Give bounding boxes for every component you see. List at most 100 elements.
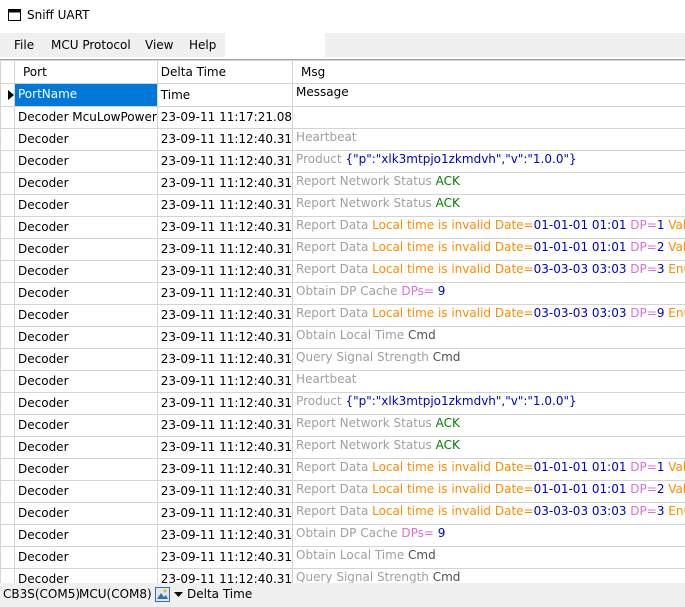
cell-port[interactable]: Decoder <box>14 128 158 151</box>
table-row[interactable]: Decoder 23-09-11 11:12:40.31 Report Data L… <box>0 216 685 239</box>
cell-port[interactable]: Decoder <box>14 304 158 327</box>
cell-msg[interactable]: Obtain Local Time Cmd <box>292 546 685 569</box>
cell-time[interactable]: 23-09-11 11:12:40.31 <box>156 150 294 173</box>
table-row[interactable]: Decoder 23-09-11 11:12:40.31 Report Data L… <box>0 480 685 503</box>
cell-port[interactable]: Decoder <box>14 216 158 239</box>
cell-port[interactable]: Decoder <box>14 414 158 437</box>
cell-msg[interactable]: Report Data Local time is invalid Date=0… <box>292 502 685 525</box>
row-header[interactable] <box>0 546 15 569</box>
cell-port[interactable]: Decoder <box>14 502 158 525</box>
cell-time[interactable]: 23-09-11 11:12:40.31 <box>156 304 294 327</box>
cell-port[interactable]: Decoder <box>14 348 158 371</box>
row-header[interactable] <box>0 326 15 349</box>
cell-msg[interactable]: Message <box>292 83 685 107</box>
cell-msg[interactable]: Report Data Local time is invalid Date=0… <box>292 304 685 327</box>
cell-time[interactable]: 23-09-11 11:12:40.31 <box>156 546 294 569</box>
cell-port[interactable]: Decoder <box>14 392 158 415</box>
cell-time[interactable]: 23-09-11 11:12:40.31 <box>156 480 294 503</box>
row-header[interactable] <box>0 392 15 415</box>
table-row[interactable]: Decoder 23-09-11 11:12:40.31 Report Data L… <box>0 304 685 327</box>
row-header[interactable] <box>0 172 15 195</box>
row-header[interactable] <box>0 436 15 459</box>
sniff-data-grid[interactable]: Port Delta Time Msg PortName Time Messag… <box>0 59 685 584</box>
cell-time[interactable]: 23-09-11 11:12:40.31 <box>156 194 294 217</box>
cell-msg[interactable] <box>292 106 685 129</box>
table-row[interactable]: Decoder McuLowPower 23-09-11 11:17:21.08 <box>0 106 685 129</box>
cell-port[interactable]: Decoder <box>14 458 158 481</box>
row-header[interactable] <box>0 568 15 584</box>
cell-port[interactable]: Decoder <box>14 282 158 305</box>
cell-port[interactable]: Decoder McuLowPower <box>14 106 158 129</box>
cell-time[interactable]: 23-09-11 11:12:40.31 <box>156 458 294 481</box>
cell-time[interactable]: Time <box>156 83 294 107</box>
row-header[interactable] <box>0 524 15 547</box>
cell-time[interactable]: 23-09-11 11:12:40.31 <box>156 260 294 283</box>
row-header[interactable] <box>0 282 15 305</box>
table-row[interactable]: Decoder 23-09-11 11:12:40.31 Heartbeat <box>0 128 685 151</box>
cell-msg[interactable]: Report Data Local time is invalid Date=0… <box>292 480 685 503</box>
cell-msg[interactable]: Query Signal Strength Cmd <box>292 348 685 371</box>
table-row[interactable]: Decoder 23-09-11 11:12:40.31 Report Networ… <box>0 414 685 437</box>
cell-time[interactable]: 23-09-11 11:12:40.31 <box>156 348 294 371</box>
cell-port[interactable]: Decoder <box>14 480 158 503</box>
cell-msg[interactable]: Report Network Status ACK <box>292 172 685 195</box>
row-header[interactable] <box>0 348 15 371</box>
table-row[interactable]: Decoder 23-09-11 11:12:40.31 Heartbeat <box>0 370 685 393</box>
table-row[interactable]: Decoder 23-09-11 11:12:40.31 Report Networ… <box>0 172 685 195</box>
cell-msg[interactable]: Report Network Status ACK <box>292 194 685 217</box>
cell-time[interactable]: 23-09-11 11:12:40.31 <box>156 436 294 459</box>
row-header[interactable] <box>0 414 15 437</box>
cell-time[interactable]: 23-09-11 11:12:40.31 <box>156 216 294 239</box>
menu-file[interactable]: File <box>14 38 34 52</box>
table-row[interactable]: Decoder 23-09-11 11:12:40.31 Report Networ… <box>0 194 685 217</box>
row-header[interactable] <box>0 128 15 151</box>
row-header[interactable] <box>0 150 15 173</box>
cell-msg[interactable]: Product {"p":"xlk3mtpjo1zkmdvh","v":"1.0… <box>292 150 685 173</box>
table-row[interactable]: Decoder 23-09-11 11:12:40.31 Report Data L… <box>0 458 685 481</box>
cell-port[interactable]: Decoder <box>14 238 158 261</box>
cell-time[interactable]: 23-09-11 11:12:40.31 <box>156 502 294 525</box>
cell-time[interactable]: 23-09-11 11:12:40.31 <box>156 238 294 261</box>
status-image-icon[interactable] <box>155 587 170 602</box>
cell-msg[interactable]: Heartbeat <box>292 128 685 151</box>
table-row-selected[interactable]: PortName Time Message <box>0 83 685 107</box>
menu-help[interactable]: Help <box>189 38 216 52</box>
cell-port[interactable]: Decoder <box>14 524 158 547</box>
cell-port[interactable]: Decoder <box>14 436 158 459</box>
cell-msg[interactable]: Report Network Status ACK <box>292 436 685 459</box>
menu-view[interactable]: View <box>145 38 173 52</box>
cell-msg[interactable]: Obtain DP Cache DPs= 9 <box>292 282 685 305</box>
cell-msg[interactable]: Report Network Status ACK <box>292 414 685 437</box>
row-header[interactable] <box>0 304 15 327</box>
cell-port[interactable]: Decoder <box>14 568 158 584</box>
dropdown-arrow-icon[interactable] <box>174 592 183 598</box>
table-row[interactable]: Decoder 23-09-11 11:12:40.31 Report Data L… <box>0 502 685 525</box>
row-header[interactable] <box>0 480 15 503</box>
cell-port[interactable]: Decoder <box>14 172 158 195</box>
cell-time[interactable]: 23-09-11 11:12:40.31 <box>156 128 294 151</box>
row-header[interactable] <box>0 458 15 481</box>
cell-msg[interactable]: Report Data Local time is invalid Date=0… <box>292 216 685 239</box>
status-mode-dropdown[interactable]: Delta Time <box>187 587 252 601</box>
cell-time[interactable]: 23-09-11 11:12:40.31 <box>156 282 294 305</box>
table-row[interactable]: Decoder 23-09-11 11:12:40.31 Product {"p":… <box>0 150 685 173</box>
table-row[interactable]: Decoder 23-09-11 11:12:40.31 Obtain DP Cac… <box>0 524 685 547</box>
column-header-port[interactable]: Port <box>14 60 158 84</box>
cell-port[interactable]: Decoder <box>14 546 158 569</box>
row-header[interactable] <box>0 260 15 283</box>
cell-time[interactable]: 23-09-11 11:17:21.08 <box>156 106 294 129</box>
table-row[interactable]: Decoder 23-09-11 11:12:40.31 Query Signal … <box>0 348 685 371</box>
cell-port[interactable]: Decoder <box>14 150 158 173</box>
cell-port[interactable]: Decoder <box>14 194 158 217</box>
column-header-msg[interactable]: Msg <box>292 60 685 84</box>
cell-msg[interactable]: Report Data Local time is invalid Date=0… <box>292 238 685 261</box>
table-row[interactable]: Decoder 23-09-11 11:12:40.31 Obtain Local … <box>0 326 685 349</box>
cell-time[interactable]: 23-09-11 11:12:40.31 <box>156 370 294 393</box>
row-header[interactable] <box>0 216 15 239</box>
cell-port[interactable]: PortName <box>14 83 158 107</box>
cell-time[interactable]: 23-09-11 11:12:40.31 <box>156 172 294 195</box>
cell-msg[interactable]: Report Data Local time is invalid Date=0… <box>292 458 685 481</box>
cell-time[interactable]: 23-09-11 11:12:40.31 <box>156 326 294 349</box>
table-row[interactable]: Decoder 23-09-11 11:12:40.31 Product {"p":… <box>0 392 685 415</box>
cell-time[interactable]: 23-09-11 11:12:40.31 <box>156 568 294 584</box>
